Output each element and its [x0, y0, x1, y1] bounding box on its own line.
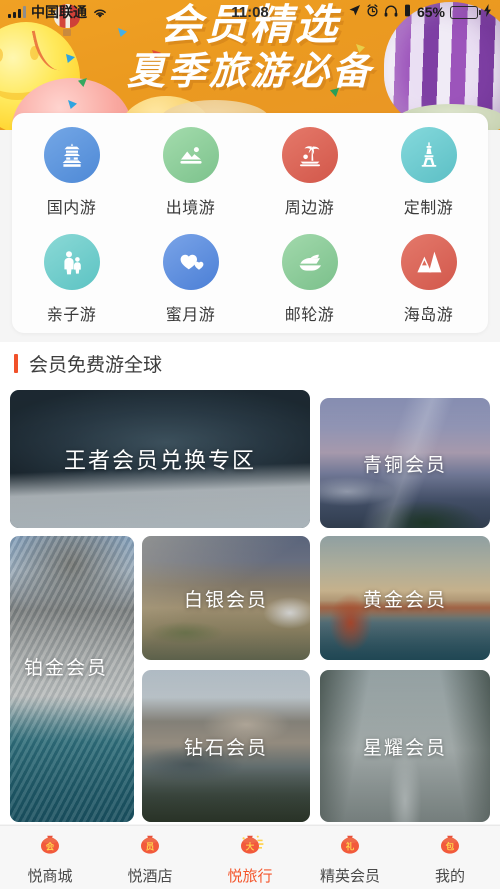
tab-label: 精英会员: [319, 867, 380, 885]
confetti-icon: [268, 72, 277, 81]
svg-text:礼: 礼: [346, 841, 355, 851]
confetti-icon: [228, 62, 237, 71]
tab-elite-member[interactable]: 礼 精英会员: [300, 826, 400, 889]
member-card-king[interactable]: 王者会员兑换专区: [10, 390, 310, 528]
card-label: 钻石会员: [183, 737, 268, 759]
tab-yue-hotel[interactable]: 员 悦酒店: [100, 826, 200, 889]
lucky-bag-active-icon: 大: [235, 830, 265, 860]
quick-nav-item-cruise[interactable]: 邮轮游: [250, 234, 369, 325]
tab-label: 悦商城: [27, 867, 73, 885]
quick-nav-label: 海岛游: [403, 307, 454, 324]
quick-nav-panel: 国内游 出境游 周边游 定制游 亲子游 蜜月游 邮轮游 海岛游: [12, 113, 488, 333]
alarm-icon: [366, 4, 379, 20]
quick-nav-item-honeymoon[interactable]: 蜜月游: [131, 234, 250, 325]
status-bar-right: 65%: [348, 4, 492, 20]
section-title: 会员免费游全球: [29, 354, 163, 376]
lucky-bag-icon: 会: [35, 830, 65, 860]
island-mountains-icon: [400, 234, 457, 290]
lucky-bag-icon: 包: [435, 830, 465, 860]
tab-label: 我的: [434, 867, 465, 885]
section-accent-bar: [14, 353, 18, 373]
svg-text:员: 员: [146, 841, 155, 851]
quick-nav-item-island[interactable]: 海岛游: [369, 234, 488, 325]
quick-nav-item-nearby[interactable]: 周边游: [250, 127, 369, 218]
card-label: 星耀会员: [362, 737, 447, 759]
confetti-icon: [152, 50, 161, 59]
charging-icon: [483, 4, 492, 20]
quick-nav-label: 出境游: [165, 200, 216, 217]
quick-nav-label: 国内游: [46, 200, 97, 217]
lucky-bag-icon: 礼: [335, 830, 365, 860]
tab-yue-mall[interactable]: 会 悦商城: [0, 826, 100, 889]
member-card-diamond[interactable]: 钻石会员: [142, 670, 310, 822]
smiley-eye-left-icon: [0, 48, 3, 62]
quick-nav-row-1: 国内游 出境游 周边游 定制游: [12, 127, 488, 218]
hearts-icon: [162, 234, 219, 290]
confetti-icon: [330, 88, 339, 97]
quick-nav-label: 邮轮游: [284, 307, 335, 324]
member-card-grid: 王者会员兑换专区 青铜会员 铂金会员 白银会员 黄金会员 钻石会员 星耀会员: [0, 384, 500, 824]
member-card-bronze[interactable]: 青铜会员: [320, 398, 490, 528]
svg-text:会: 会: [45, 841, 55, 851]
card-label: 白银会员: [183, 589, 268, 611]
lucky-bag-icon: 员: [135, 830, 165, 860]
family-icon: [43, 234, 100, 290]
quick-nav-label: 定制游: [403, 200, 454, 217]
tab-label: 悦旅行: [227, 867, 273, 885]
battery-icon: [450, 5, 481, 19]
status-bar: 中国联通 11:08 65%: [0, 0, 500, 24]
card-label: 青铜会员: [362, 454, 447, 476]
tab-label: 悦酒店: [127, 867, 173, 885]
bottom-tab-bar: 会 悦商城 员 悦酒店 大 悦旅行 礼 精英会员 包 我的: [0, 825, 500, 889]
mountain-photo-icon: [162, 127, 219, 183]
confetti-icon: [118, 28, 127, 37]
location-icon: [348, 4, 361, 20]
quick-nav-item-outbound[interactable]: 出境游: [131, 127, 250, 218]
pagoda-icon: [43, 127, 100, 183]
palm-tree-icon: [281, 127, 338, 183]
quick-nav-label: 蜜月游: [165, 307, 216, 324]
cruise-ship-icon: [281, 234, 338, 290]
vibrate-icon: [403, 4, 412, 20]
battery-percent-label: 65%: [416, 4, 445, 20]
card-label: 王者会员兑换专区: [63, 448, 256, 473]
eiffel-tower-icon: [400, 127, 457, 183]
svg-text:大: 大: [246, 841, 255, 851]
tab-yue-travel[interactable]: 大 悦旅行: [200, 826, 300, 889]
card-label: 铂金会员: [24, 658, 109, 679]
quick-nav-row-2: 亲子游 蜜月游 邮轮游 海岛游: [12, 234, 488, 325]
headphones-icon: [384, 4, 398, 20]
tab-mine[interactable]: 包 我的: [400, 826, 500, 889]
svg-text:包: 包: [446, 841, 455, 851]
member-card-platinum[interactable]: 铂金会员: [10, 536, 134, 822]
member-card-silver[interactable]: 白银会员: [142, 536, 310, 660]
quick-nav-item-custom[interactable]: 定制游: [369, 127, 488, 218]
section-header: 会员免费游全球: [0, 342, 500, 384]
member-card-gold[interactable]: 黄金会员: [320, 536, 490, 660]
member-card-star[interactable]: 星耀会员: [320, 670, 490, 822]
quick-nav-item-domestic[interactable]: 国内游: [12, 127, 131, 218]
card-label: 黄金会员: [362, 589, 447, 611]
quick-nav-label: 周边游: [284, 200, 335, 217]
quick-nav-label: 亲子游: [46, 307, 97, 324]
quick-nav-item-family[interactable]: 亲子游: [12, 234, 131, 325]
confetti-icon: [356, 44, 365, 53]
